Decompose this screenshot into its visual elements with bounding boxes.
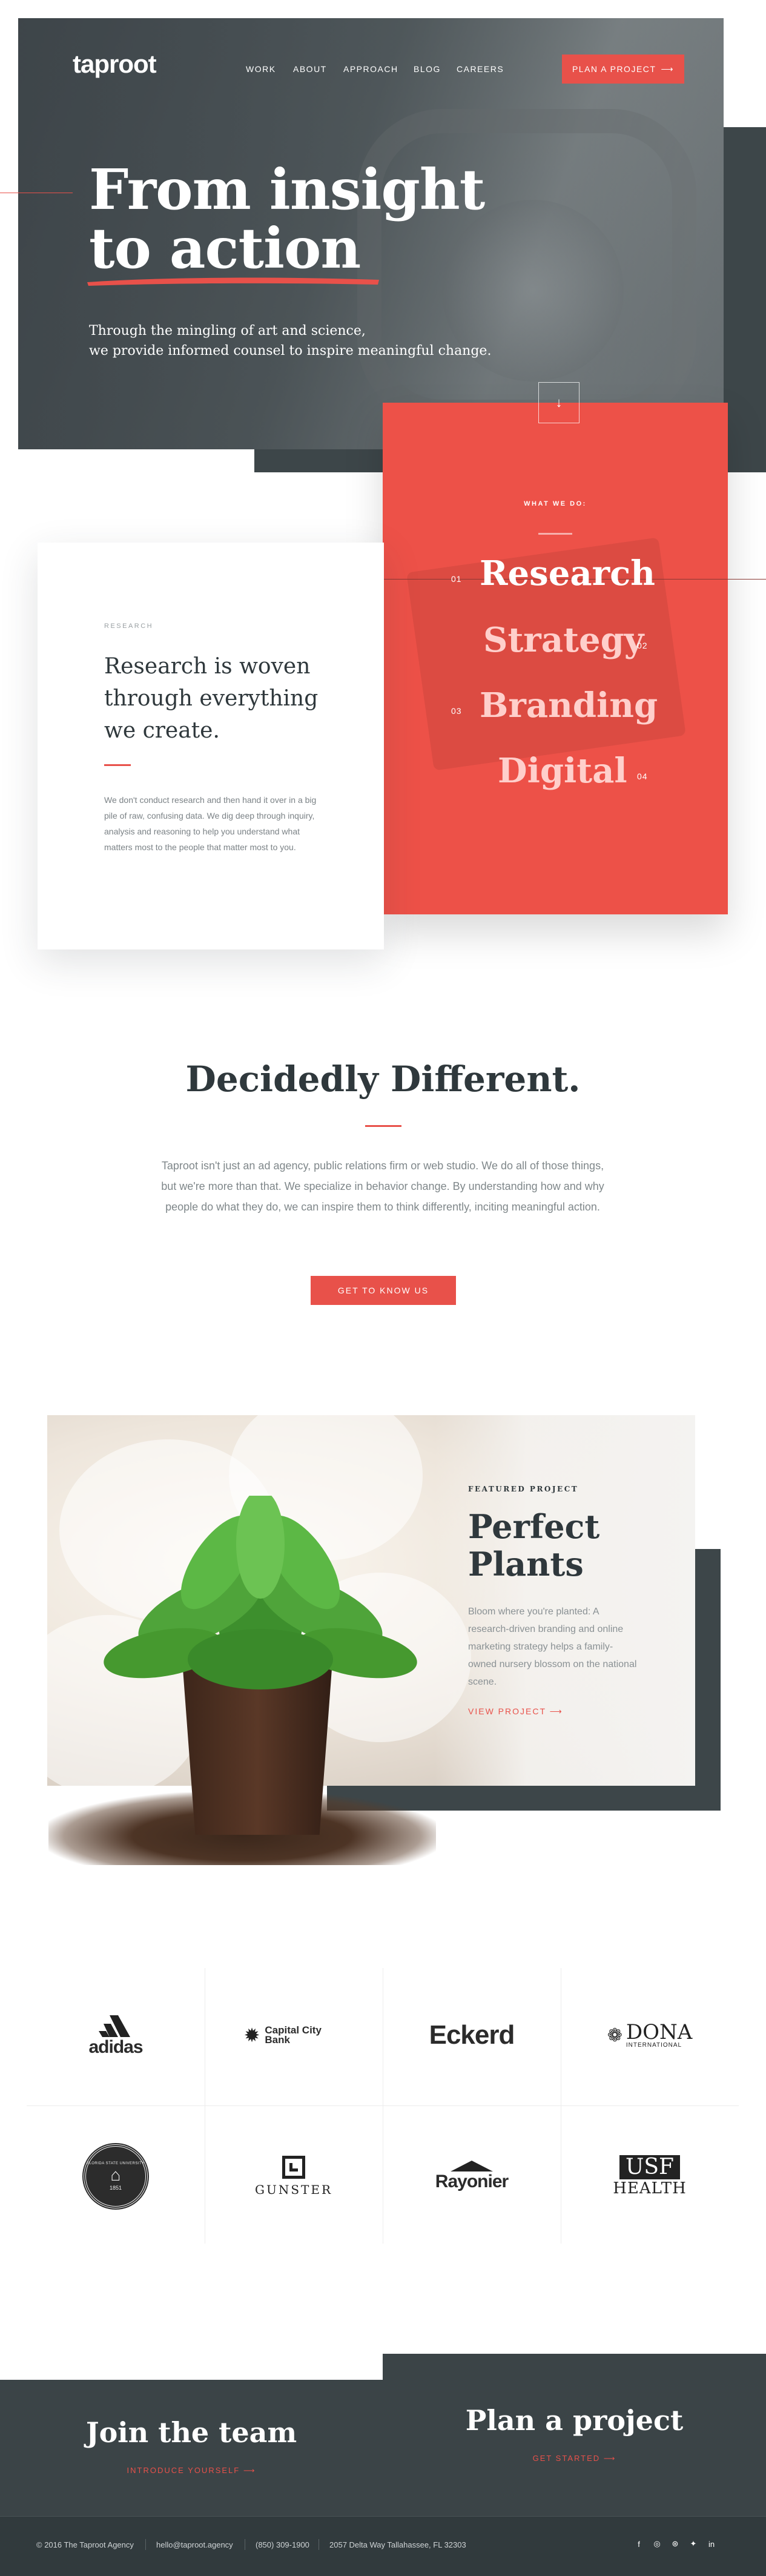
featured-image-fade xyxy=(435,1415,695,1786)
mountain-icon xyxy=(450,2161,493,2171)
scroll-down-button[interactable]: ↓ xyxy=(538,382,579,423)
introduce-yourself-label: INTRODUCE YOURSELF xyxy=(127,2466,240,2475)
eckerd-logo: Eckerd xyxy=(429,2020,515,2050)
arrow-right-icon: ⟶ xyxy=(603,2454,616,2463)
research-title: Research is woven through everything we … xyxy=(104,654,319,743)
client-usf-health[interactable]: USF HEALTH xyxy=(561,2109,739,2244)
plan-project-title: Plan a project xyxy=(465,2404,684,2437)
nav-careers[interactable]: CAREERS xyxy=(457,64,504,74)
taproot-logo[interactable]: taproot xyxy=(73,50,157,79)
client-logos-grid: adidas ✹ Capital City Bank Eckerd ❁ DONA… xyxy=(27,1968,739,2244)
fsu-seal-year: 1851 xyxy=(109,2185,122,2191)
client-dona[interactable]: ❁ DONA INTERNATIONAL xyxy=(561,1968,739,2102)
service-digital[interactable]: Digital xyxy=(498,751,627,791)
gunster-wordmark: GUNSTER xyxy=(254,2182,333,2197)
plan-a-project-button[interactable]: PLAN A PROJECT ⟶ xyxy=(562,54,684,84)
dribbble-icon[interactable]: ⊛ xyxy=(670,2538,681,2549)
view-project-label: VIEW PROJECT xyxy=(468,1706,546,1716)
hero-title-underline xyxy=(87,277,379,286)
view-project-link[interactable]: VIEW PROJECT ⟶ xyxy=(468,1706,563,1717)
get-started-link[interactable]: GET STARTED ⟶ xyxy=(383,2454,766,2463)
get-to-know-us-button[interactable]: GET TO KNOW US xyxy=(311,1276,456,1305)
service-number: 02 xyxy=(637,641,648,650)
copyright-text: © 2016 The Taproot Agency xyxy=(36,2540,134,2549)
footer-address: 2057 Delta Way Tallahassee, FL 32303 xyxy=(329,2540,466,2549)
gunster-mark-icon xyxy=(282,2156,305,2179)
nav-work[interactable]: WORK xyxy=(246,64,276,74)
featured-project-label: FEATURED PROJECT xyxy=(468,1485,579,1493)
rayonier-logo: Rayonier xyxy=(435,2161,509,2192)
service-strategy[interactable]: Strategy xyxy=(483,620,644,660)
introduce-yourself-link[interactable]: INTRODUCE YOURSELF ⟶ xyxy=(0,2466,383,2475)
nav-about[interactable]: ABOUT xyxy=(293,64,327,74)
nav-blog[interactable]: BLOG xyxy=(414,64,441,74)
arrow-down-icon: ↓ xyxy=(555,395,563,410)
arrow-right-icon: ⟶ xyxy=(243,2466,256,2475)
research-body: We don't conduct research and then hand … xyxy=(104,795,317,852)
hero-title: From insight to action xyxy=(89,157,485,281)
arrow-right-icon: ⟶ xyxy=(661,64,675,74)
dona-wordmark: DONA xyxy=(626,2020,693,2044)
gunster-logo: GUNSTER xyxy=(255,2156,332,2197)
dona-subtitle: INTERNATIONAL xyxy=(626,2041,682,2049)
client-adidas[interactable]: adidas xyxy=(27,1968,205,2102)
hero-subtitle-line1: Through the mingling of art and science, xyxy=(89,323,366,339)
service-branding[interactable]: Branding xyxy=(480,685,658,725)
footer-phone-link[interactable]: (850) 309-1900 xyxy=(256,2540,309,2549)
usf-wordmark: USF xyxy=(619,2155,680,2179)
hero-subtitle: Through the mingling of art and science,… xyxy=(89,321,525,361)
fsu-seal-logo: FLORIDA STATE UNIVERSITY ⌂ 1851 xyxy=(84,2144,148,2208)
client-gunster[interactable]: GUNSTER xyxy=(205,2109,383,2244)
capital-city-bank-logo: ✹ Capital City Bank xyxy=(244,2024,344,2047)
usf-health-logo: USF HEALTH xyxy=(613,2155,687,2198)
client-rayonier[interactable]: Rayonier xyxy=(383,2109,561,2244)
arrow-right-icon: ⟶ xyxy=(549,1706,563,1716)
different-divider xyxy=(365,1125,401,1127)
featured-project-title: Perfect Plants xyxy=(468,1508,650,1583)
flower-icon: ❁ xyxy=(607,2025,622,2046)
plant-leaves-image xyxy=(104,1496,417,1689)
get-started-label: GET STARTED xyxy=(532,2454,601,2463)
nav-approach[interactable]: APPROACH xyxy=(343,64,398,74)
hero-subtitle-line2: we provide informed counsel to inspire m… xyxy=(89,343,492,358)
adidas-stripes-icon xyxy=(98,2015,130,2037)
what-we-do-divider xyxy=(538,533,572,535)
grid-divider xyxy=(27,2105,739,2106)
service-number: 04 xyxy=(637,771,648,781)
research-divider xyxy=(104,764,131,766)
hero-title-line2: to action xyxy=(89,216,361,281)
featured-title-line1: Perfect xyxy=(468,1507,600,1546)
research-label: RESEARCH xyxy=(104,623,154,630)
plan-a-project-label: PLAN A PROJECT xyxy=(572,64,656,74)
join-team-title: Join the team xyxy=(85,2416,297,2449)
adidas-wordmark: adidas xyxy=(88,2037,143,2057)
instagram-icon[interactable]: ◎ xyxy=(652,2538,662,2549)
different-body: Taproot isn't just an ad agency, public … xyxy=(161,1160,604,1213)
facebook-icon[interactable]: f xyxy=(633,2538,644,2549)
capital-city-bank-wordmark: Capital City Bank xyxy=(265,2024,322,2046)
usf-health-subtitle: HEALTH xyxy=(613,2179,687,2198)
footer-divider xyxy=(0,2516,766,2517)
featured-title-line2: Plants xyxy=(468,1545,584,1584)
rayonier-wordmark: Rayonier xyxy=(435,2171,509,2191)
client-eckerd[interactable]: Eckerd xyxy=(383,1968,561,2102)
seal-emblem-icon: ⌂ xyxy=(110,2165,121,2184)
hero-title-line1: From insight xyxy=(89,157,485,222)
gunster-mark-inner xyxy=(289,2163,298,2171)
service-research[interactable]: Research xyxy=(480,553,655,593)
twitter-icon[interactable]: ✦ xyxy=(688,2538,699,2549)
star-icon: ✹ xyxy=(243,2024,260,2046)
adidas-logo: adidas xyxy=(88,2013,144,2058)
featured-project-body: Bloom where you're planted: A research-d… xyxy=(468,1607,637,1687)
different-title: Decidedly Different. xyxy=(185,1058,581,1100)
service-number: 01 xyxy=(451,574,462,584)
linkedin-icon[interactable]: in xyxy=(706,2538,717,2549)
dona-logo: ❁ DONA INTERNATIONAL xyxy=(607,2020,693,2049)
client-capital-city-bank[interactable]: ✹ Capital City Bank xyxy=(205,1968,383,2102)
footer-separator xyxy=(145,2539,146,2550)
service-number: 03 xyxy=(451,706,462,716)
client-florida-state-university[interactable]: FLORIDA STATE UNIVERSITY ⌂ 1851 xyxy=(27,2109,205,2244)
footer-email-link[interactable]: hello@taproot.agency xyxy=(156,2540,233,2549)
what-we-do-label: WHAT WE DO: xyxy=(524,500,587,507)
